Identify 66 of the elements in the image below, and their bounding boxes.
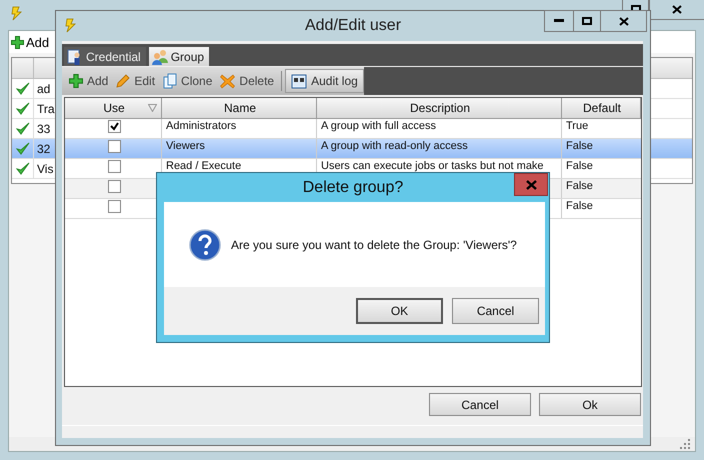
close-button[interactable] [600, 10, 647, 32]
ok-button[interactable]: OK [356, 298, 443, 324]
checkbox[interactable] [108, 160, 120, 173]
table-cell: Administrators [166, 120, 236, 133]
cancel-button[interactable]: Cancel [452, 298, 539, 324]
table-cell: Users can execute jobs or tasks but not make [321, 160, 544, 173]
check-icon [16, 162, 30, 175]
table-cell: False [566, 200, 593, 213]
checkmark-icon [110, 122, 118, 131]
minimize-icon [554, 19, 564, 23]
user-name: ad [37, 82, 50, 96]
close-icon [672, 4, 682, 14]
table-cell: False [566, 160, 593, 173]
pencil-icon [116, 74, 130, 88]
copy-icon [163, 73, 178, 89]
group-row[interactable]: Viewers A group with read-only access False [65, 139, 641, 159]
close-icon [526, 180, 536, 190]
add-button[interactable]: Add [9, 34, 52, 50]
table-cell: False [566, 180, 593, 193]
checkbox[interactable] [108, 180, 120, 193]
maximize-icon [582, 17, 592, 25]
plus-icon [69, 74, 83, 88]
maximize-button[interactable] [573, 10, 601, 32]
message-text: Are you sure you want to delete the Group: 'Viewers'? [231, 238, 517, 252]
people-icon [152, 48, 168, 64]
table-cell: Read / Execute [166, 160, 242, 173]
column-header[interactable]: Use [65, 98, 162, 118]
user-name: 33 [37, 122, 50, 136]
column-header[interactable]: Default [562, 98, 641, 118]
checkbox[interactable] [108, 200, 120, 213]
check-icon [16, 122, 30, 135]
lightning-icon [10, 5, 24, 21]
tab[interactable]: Group [148, 47, 210, 66]
edit-button[interactable]: Edit [112, 69, 160, 93]
column-header[interactable]: Name [162, 98, 317, 118]
check-icon [16, 142, 30, 155]
column-header[interactable]: Description [317, 98, 562, 118]
resize-grip-icon[interactable] [679, 438, 691, 450]
user-name: 32 [37, 142, 50, 156]
tab[interactable]: Credential [64, 47, 146, 66]
plus-icon [11, 36, 24, 48]
audit-log-button[interactable]: Audit log [285, 69, 364, 93]
clone-button[interactable]: Clone [159, 69, 216, 93]
table-cell: A group with read-only access [321, 140, 468, 153]
filter-icon [148, 104, 157, 112]
table-cell: False [566, 140, 593, 153]
add-button[interactable]: Add [65, 69, 112, 93]
question-icon [189, 228, 221, 260]
checkbox[interactable] [108, 140, 120, 153]
cancel-button[interactable]: Cancel [429, 393, 531, 416]
close-icon [618, 16, 628, 26]
check-icon [16, 82, 30, 95]
checkbox[interactable] [108, 120, 120, 133]
window-title: Add/Edit user [304, 17, 402, 35]
delete-button[interactable]: Delete [216, 69, 278, 93]
user-name: Tra [37, 102, 55, 116]
dialog-title: Delete group? [302, 178, 404, 196]
table-cell: A group with full access [321, 120, 436, 133]
lightning-icon [64, 17, 78, 33]
table-cell: Viewers [166, 140, 205, 153]
delete-icon [220, 74, 236, 88]
user-name: Vis [37, 162, 54, 176]
check-icon [16, 102, 30, 115]
table-cell: True [566, 120, 588, 133]
ok-button[interactable]: Ok [539, 393, 641, 416]
minimize-button[interactable] [544, 10, 574, 32]
